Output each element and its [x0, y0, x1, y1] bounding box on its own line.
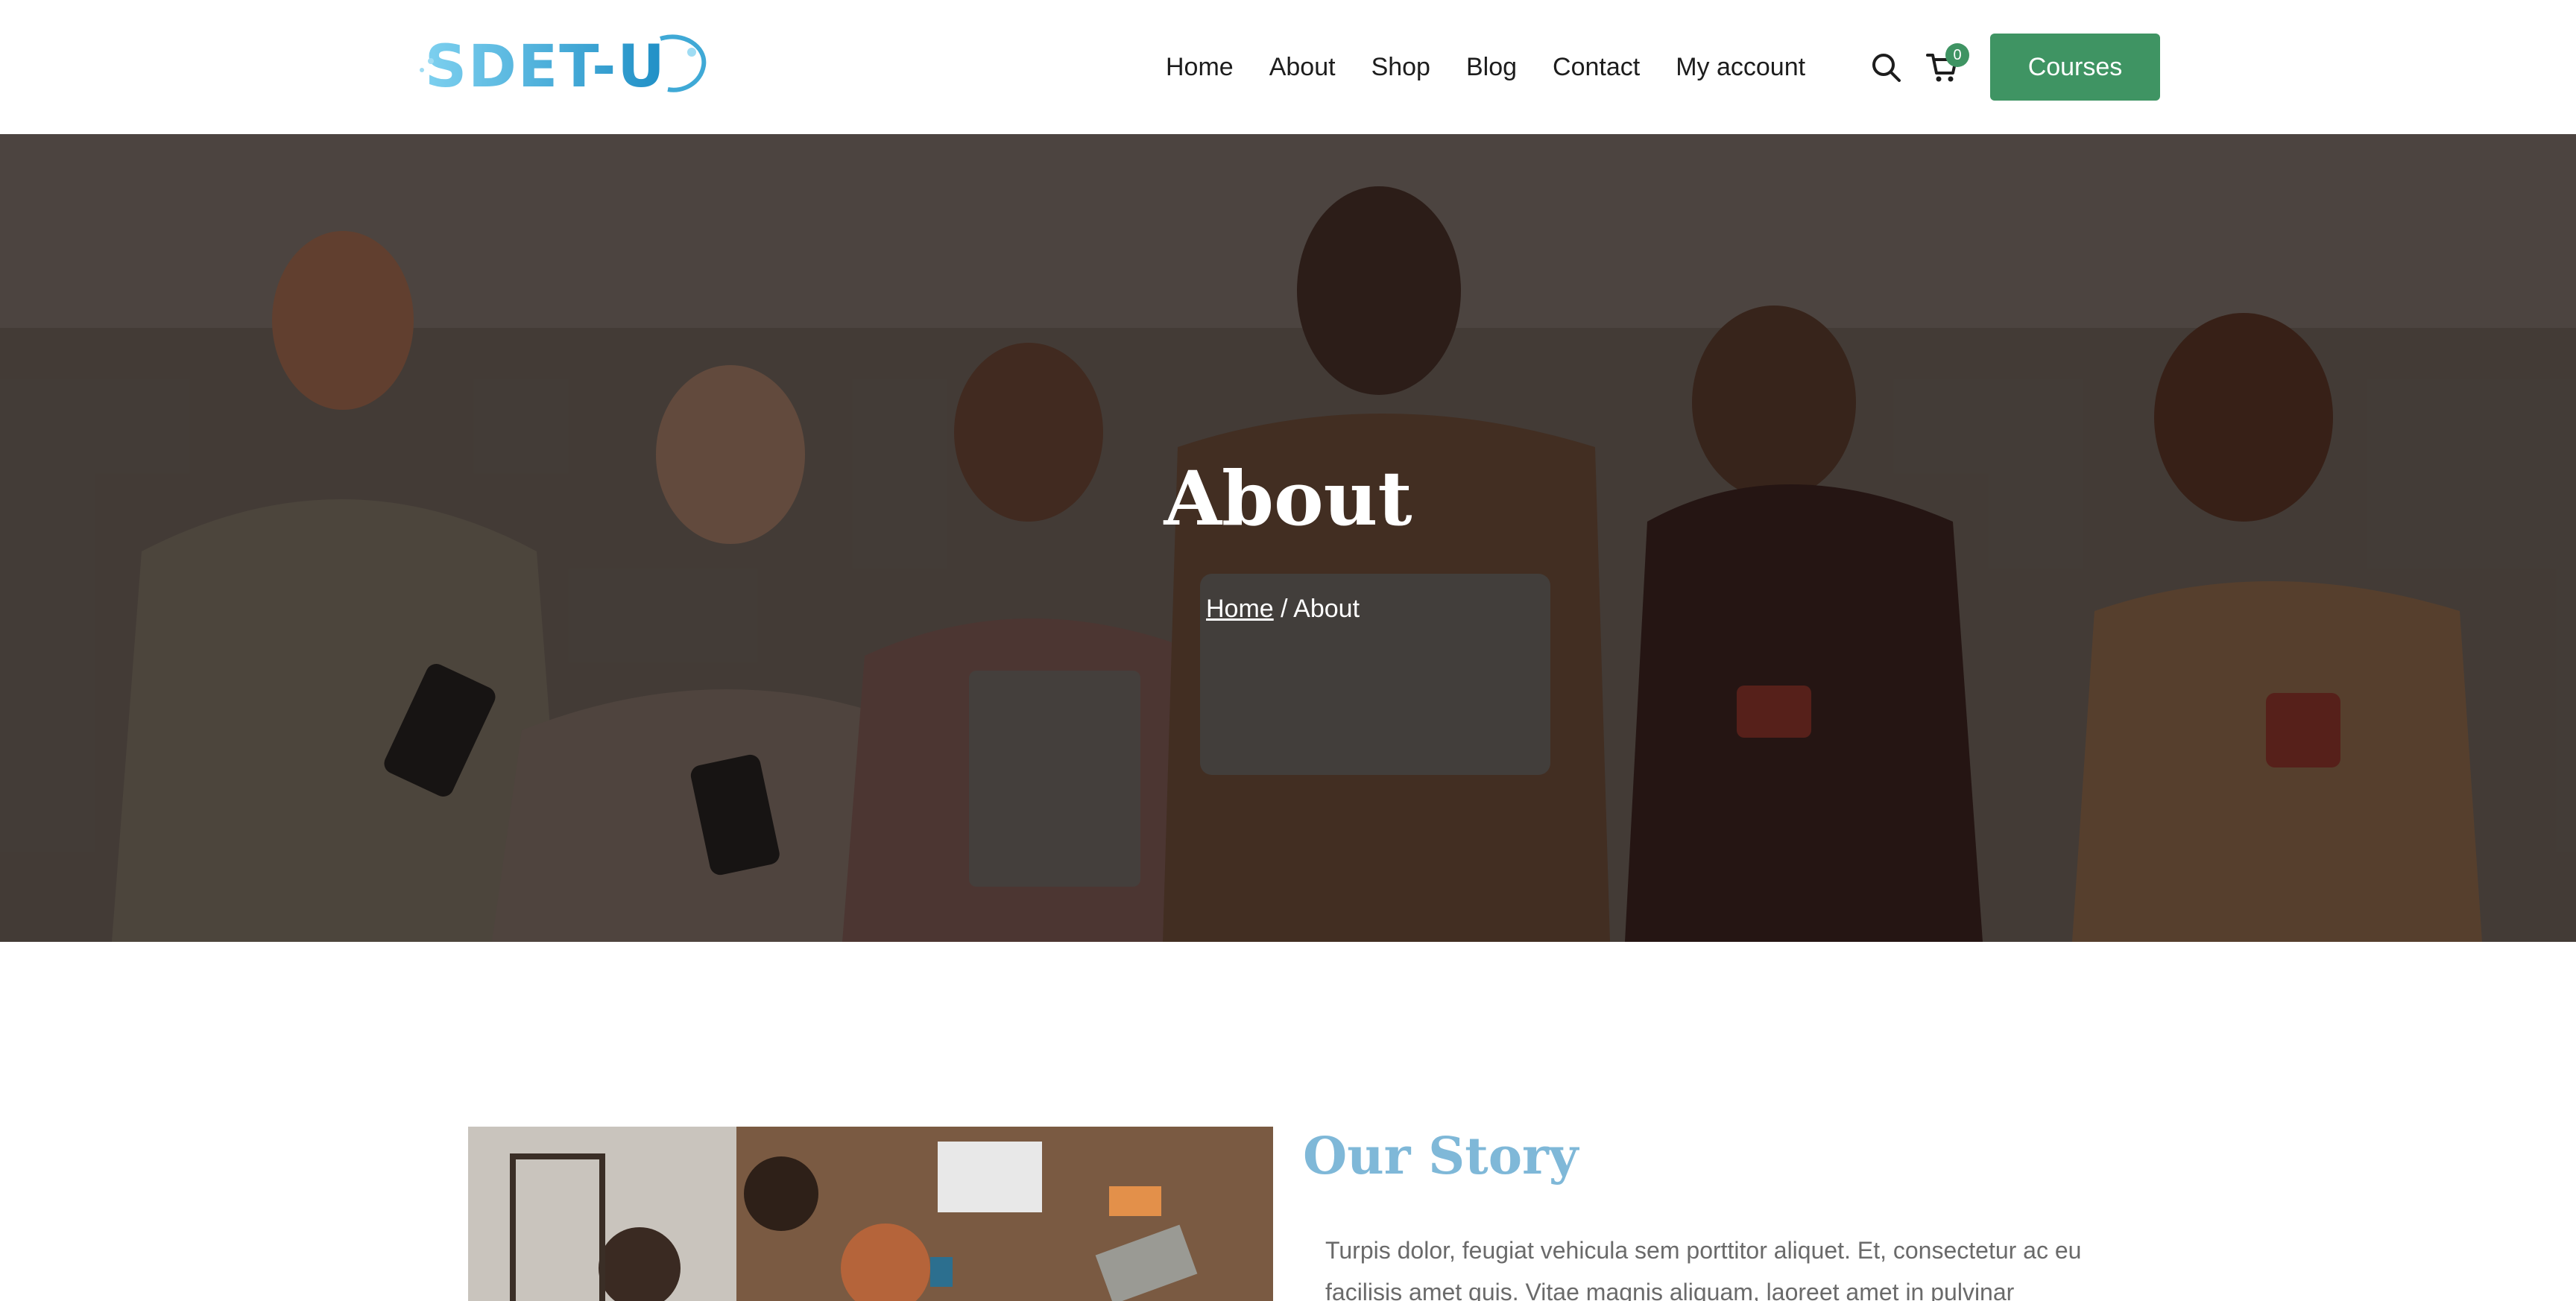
nav-blog[interactable]: Blog: [1448, 53, 1535, 82]
page-title: About: [1164, 455, 1412, 542]
breadcrumb-separator: /: [1273, 595, 1294, 623]
cart-count-badge: 0: [1945, 43, 1969, 67]
story-image: [468, 1127, 1273, 1301]
nav-about[interactable]: About: [1251, 53, 1354, 82]
search-icon: [1872, 54, 1901, 82]
nav-shop[interactable]: Shop: [1354, 53, 1448, 82]
story-paragraph: Turpis dolor, feugiat vehicula sem portt…: [1325, 1237, 2082, 1301]
team-meeting-image: [468, 1127, 1273, 1301]
search-button[interactable]: [1868, 49, 1904, 85]
main-nav: Home About Shop Blog Contact My account: [1148, 0, 1823, 134]
site-logo[interactable]: SDET-U: [414, 31, 713, 100]
breadcrumb: Home / About: [1206, 595, 1360, 624]
courses-button[interactable]: Courses: [1990, 34, 2160, 101]
nav-home[interactable]: Home: [1148, 53, 1251, 82]
story-heading: Our Story: [1303, 1127, 1579, 1186]
site-header: SDET-U Home About Shop Blog Contact My a…: [0, 0, 2576, 134]
nav-my-account[interactable]: My account: [1658, 53, 1823, 82]
logo-text: SDET-U: [425, 34, 666, 100]
breadcrumb-home-link[interactable]: Home: [1206, 595, 1274, 623]
hero-banner: About Home / About: [0, 134, 2576, 942]
breadcrumb-current: About: [1293, 595, 1360, 623]
nav-contact[interactable]: Contact: [1535, 53, 1658, 82]
logo-mark: SDET-U: [420, 34, 707, 100]
